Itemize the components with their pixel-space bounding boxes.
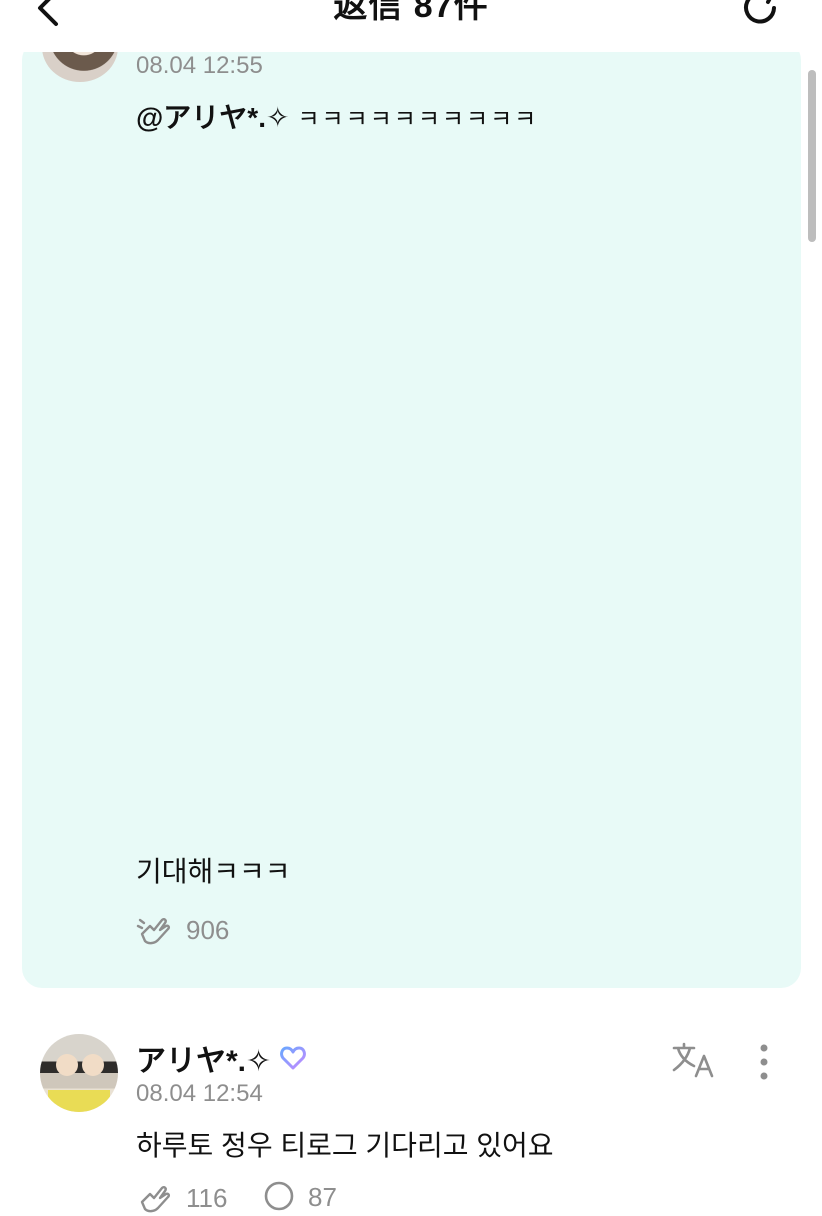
top-bar: 返信 87件 [0, 0, 822, 52]
scrollbar[interactable] [808, 70, 816, 242]
refresh-icon [744, 0, 776, 24]
mention-text: ㅋㅋㅋㅋㅋㅋㅋㅋㅋㅋ [297, 106, 539, 133]
avatar-face [82, 1054, 104, 1076]
username-text: アリヤ*.✧ [136, 1045, 272, 1078]
cheer-hand-icon [140, 1186, 171, 1213]
comment-author[interactable]: アリヤ*.✧ [136, 1036, 307, 1080]
avatar-detail [48, 1090, 110, 1112]
speech-bubble-icon [264, 1181, 294, 1211]
like-button[interactable]: 116 [136, 1180, 227, 1216]
comment-body-text: 하루토 정우 티로그 기다리고 있어요 [136, 1130, 554, 1161]
reply-timestamp: 08.04 12:55 [136, 52, 263, 79]
like-count: 116 [186, 1182, 228, 1213]
more-options-button[interactable] [752, 1040, 776, 1084]
reply-count: 87 [308, 1181, 337, 1212]
mention-link[interactable]: @アリヤ*.✧ [136, 102, 289, 133]
avatar-face [56, 1054, 78, 1076]
reply-button[interactable]: 87 [262, 1180, 337, 1214]
translate-icon [672, 1042, 714, 1078]
translate-button[interactable] [670, 1040, 718, 1080]
reply-body-text: 기대해ㅋㅋㅋ [136, 856, 291, 887]
comment-timestamp: 08.04 12:54 [136, 1080, 263, 1107]
like-count: 906 [186, 914, 230, 945]
highlighted-reply-card [22, 40, 801, 988]
refresh-button[interactable] [738, 0, 782, 30]
avatar[interactable] [40, 1034, 118, 1112]
kebab-menu-icon [760, 1044, 768, 1080]
like-button[interactable]: 906 [136, 912, 229, 948]
page-title: 返信 87件 [333, 0, 489, 25]
cheer-hand-icon [136, 918, 171, 945]
reply-mention-line: @アリヤ*.✧ ㅋㅋㅋㅋㅋㅋㅋㅋㅋㅋ [136, 96, 538, 136]
heart-badge-icon [280, 1046, 307, 1070]
